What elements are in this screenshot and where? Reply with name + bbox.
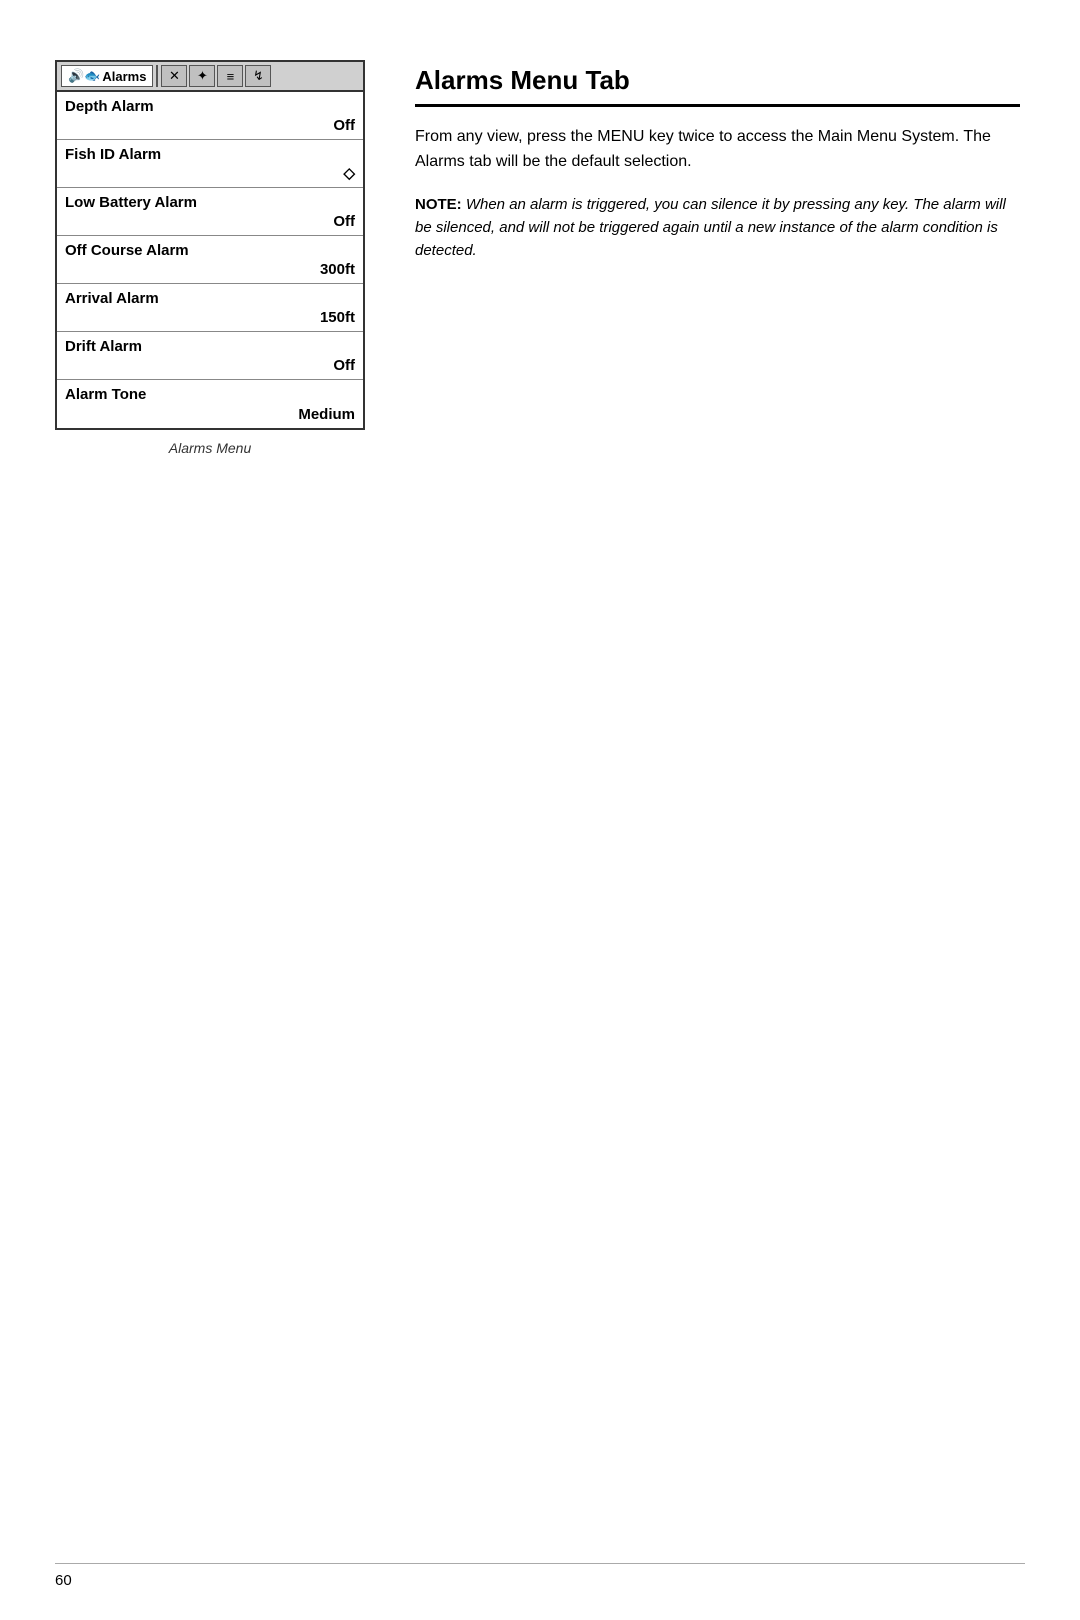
menu-caption: Alarms Menu: [55, 440, 365, 456]
low-battery-alarm-label: Low Battery Alarm: [65, 194, 355, 211]
page-title: Alarms Menu Tab: [415, 65, 1020, 107]
alarms-tab-active[interactable]: 🔊🐟 Alarms: [61, 65, 153, 87]
plug-icon: ↯: [253, 68, 264, 84]
menu-item-drift-alarm[interactable]: Drift Alarm Off: [57, 332, 363, 380]
tab-plug[interactable]: ↯: [245, 65, 271, 87]
drift-alarm-label: Drift Alarm: [65, 338, 355, 355]
gear-icon: ✦: [197, 68, 208, 84]
depth-alarm-label: Depth Alarm: [65, 98, 355, 115]
page-number: 60: [55, 1572, 72, 1589]
arrival-alarm-label: Arrival Alarm: [65, 290, 355, 307]
right-panel: Alarms Menu Tab From any view, press the…: [415, 60, 1020, 1560]
alarms-menu-widget: 🔊🐟 Alarms ✕ ✦ ≡ ↯ Depth Alar: [55, 60, 365, 430]
menu-item-off-course-alarm[interactable]: Off Course Alarm 300ft: [57, 236, 363, 284]
page-footer: 60: [55, 1563, 1025, 1590]
tab-divider-1: [156, 65, 158, 87]
alarms-tab-label: Alarms: [102, 69, 146, 84]
tab-x[interactable]: ✕: [161, 65, 187, 87]
lines-icon: ≡: [227, 69, 235, 84]
note-label: NOTE:: [415, 196, 462, 213]
depth-alarm-value: Off: [65, 117, 355, 137]
menu-item-low-battery-alarm[interactable]: Low Battery Alarm Off: [57, 188, 363, 236]
menu-item-depth-alarm[interactable]: Depth Alarm Off: [57, 92, 363, 140]
description-text: From any view, press the MENU key twice …: [415, 125, 1020, 175]
alarm-tone-label: Alarm Tone: [65, 386, 355, 403]
x-icon: ✕: [169, 68, 180, 84]
alarm-tone-value: Medium: [65, 406, 355, 426]
arrival-alarm-value: 150ft: [65, 309, 355, 329]
note-text: When an alarm is triggered, you can sile…: [415, 196, 1006, 260]
note-block: NOTE: When an alarm is triggered, you ca…: [415, 193, 1020, 263]
menu-item-fish-id-alarm[interactable]: Fish ID Alarm ◇: [57, 140, 363, 188]
low-battery-alarm-value: Off: [65, 213, 355, 233]
drift-alarm-value: Off: [65, 357, 355, 377]
menu-tab-bar: 🔊🐟 Alarms ✕ ✦ ≡ ↯: [57, 62, 363, 92]
off-course-alarm-label: Off Course Alarm: [65, 242, 355, 259]
fish-id-alarm-label: Fish ID Alarm: [65, 146, 355, 163]
tab-lines[interactable]: ≡: [217, 65, 243, 87]
tab-gear[interactable]: ✦: [189, 65, 215, 87]
menu-item-arrival-alarm[interactable]: Arrival Alarm 150ft: [57, 284, 363, 332]
off-course-alarm-value: 300ft: [65, 261, 355, 281]
menu-item-alarm-tone[interactable]: Alarm Tone Medium: [57, 380, 363, 428]
speaker-fish-icon: 🔊🐟: [68, 68, 100, 84]
fish-id-alarm-value: ◇: [65, 164, 355, 185]
